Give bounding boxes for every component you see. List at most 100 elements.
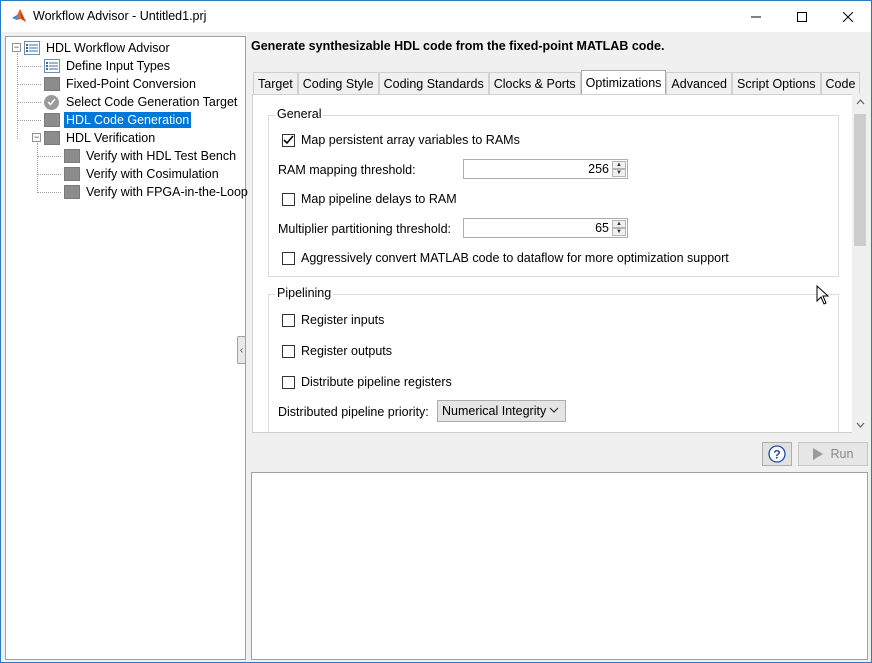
help-icon: ? <box>768 445 786 463</box>
tab-target[interactable]: Target <box>253 72 298 94</box>
minimize-button[interactable] <box>733 1 779 32</box>
distribute-label: Distribute pipeline registers <box>301 375 452 389</box>
tab-code[interactable]: Code <box>820 72 861 94</box>
window-title: Workflow Advisor - Untitled1.prj <box>33 9 207 23</box>
tree-item-verify-cosimulation[interactable]: Verify with Cosimulation <box>64 165 221 183</box>
priority-label: Distributed pipeline priority: <box>278 405 429 419</box>
workflow-list-icon <box>24 41 40 55</box>
close-button[interactable] <box>825 1 871 32</box>
register-inputs-label: Register inputs <box>301 313 385 327</box>
tree-item-hdl-code-generation[interactable]: HDL Code Generation <box>44 111 192 129</box>
workflow-tree[interactable]: − HDL Workflow Advisor Define Input Type… <box>5 36 248 660</box>
step-heading: Generate synthesizable HDL code from the… <box>251 39 665 53</box>
tree-connector <box>37 143 38 193</box>
collapse-hdl-verification-toggle[interactable]: − <box>32 133 41 142</box>
tree-connector <box>37 174 61 175</box>
collapse-root-toggle[interactable]: − <box>12 43 21 52</box>
tree-connector <box>17 66 41 67</box>
map-persistent-checkbox[interactable] <box>282 133 295 147</box>
tree-item-label: HDL Code Generation <box>64 112 192 128</box>
distribute-row[interactable]: Distribute pipeline registers <box>282 375 452 389</box>
maximize-icon <box>797 11 807 22</box>
tree-root-label: HDL Workflow Advisor <box>46 41 170 55</box>
play-icon <box>812 448 823 460</box>
tree-item-label: Verify with FPGA-in-the-Loop <box>86 185 248 199</box>
spin-up-icon[interactable]: ▲ <box>612 161 626 169</box>
tree-item-hdl-verification[interactable]: HDL Verification <box>44 129 157 147</box>
task-box-icon <box>64 149 80 163</box>
tab-coding-standards[interactable]: Coding Standards <box>378 72 489 94</box>
tree-connector <box>37 192 61 193</box>
tab-advanced[interactable]: Advanced <box>666 72 733 94</box>
matlab-logo-icon <box>12 9 26 22</box>
ram-threshold-row: RAM mapping threshold: <box>278 163 416 177</box>
chevron-left-icon: ‹ <box>239 344 244 356</box>
run-button[interactable]: Run <box>798 442 868 466</box>
register-outputs-checkbox[interactable] <box>282 344 295 358</box>
checkmark-icon <box>283 135 294 145</box>
tree-connector <box>17 84 41 85</box>
mult-partition-value: 65 <box>595 221 609 235</box>
register-inputs-row[interactable]: Register inputs <box>282 313 384 327</box>
tab-coding-style[interactable]: Coding Style <box>297 72 379 94</box>
task-box-icon <box>64 185 80 199</box>
map-persistent-row[interactable]: Map persistent array variables to RAMs <box>282 133 520 147</box>
ram-threshold-label: RAM mapping threshold: <box>278 163 416 177</box>
maximize-button[interactable] <box>779 1 825 32</box>
optimizations-panel: General Map persistent array variables t… <box>252 94 868 433</box>
priority-row: Distributed pipeline priority: <box>278 405 429 419</box>
workflow-advisor-window: Workflow Advisor - Untitled1.prj − HDL W… <box>0 0 872 663</box>
mult-partition-spinner[interactable]: 65 ▲ ▼ <box>463 218 628 238</box>
tab-clocks-ports[interactable]: Clocks & Ports <box>488 72 581 94</box>
spin-down-icon[interactable]: ▼ <box>612 228 626 236</box>
minimize-icon <box>751 16 761 17</box>
tree-item-label: Verify with Cosimulation <box>86 167 219 181</box>
tree-connector <box>17 102 41 103</box>
map-pipeline-row[interactable]: Map pipeline delays to RAM <box>282 192 457 206</box>
options-scrollbar[interactable] <box>852 94 868 433</box>
tab-script-options[interactable]: Script Options <box>732 72 821 94</box>
close-icon <box>843 11 853 22</box>
tree-item-select-code-generation-target[interactable]: Select Code Generation Target <box>44 93 239 111</box>
run-label: Run <box>830 447 854 461</box>
aggressive-checkbox[interactable] <box>282 251 295 265</box>
distribute-checkbox[interactable] <box>282 375 295 389</box>
tree-root[interactable]: HDL Workflow Advisor <box>24 39 172 57</box>
help-button[interactable]: ? <box>762 442 792 466</box>
map-pipeline-label: Map pipeline delays to RAM <box>301 192 457 206</box>
check-circle-icon <box>44 94 59 110</box>
tab-optimizations[interactable]: Optimizations <box>580 70 667 94</box>
register-outputs-label: Register outputs <box>301 344 393 358</box>
scrollbar-thumb[interactable] <box>854 114 866 246</box>
map-pipeline-checkbox[interactable] <box>282 192 295 206</box>
map-persistent-label: Map persistent array variables to RAMs <box>301 133 520 147</box>
priority-dropdown[interactable]: Numerical Integrity <box>437 400 566 422</box>
tree-item-define-input-types[interactable]: Define Input Types <box>44 57 172 75</box>
spin-up-icon[interactable]: ▲ <box>612 220 626 228</box>
aggressive-row[interactable]: Aggressively convert MATLAB code to data… <box>282 251 729 265</box>
chevron-down-icon <box>549 407 559 413</box>
ram-threshold-spinner[interactable]: 256 ▲ ▼ <box>463 159 628 179</box>
spin-down-icon[interactable]: ▼ <box>612 169 626 177</box>
general-group: General Map persistent array variables t… <box>268 107 839 277</box>
tree-item-label: Verify with HDL Test Bench <box>86 149 237 163</box>
register-inputs-checkbox[interactable] <box>282 313 295 327</box>
tree-connector <box>17 120 41 121</box>
register-outputs-row[interactable]: Register outputs <box>282 344 392 358</box>
scroll-down-icon[interactable] <box>852 417 868 433</box>
tree-item-verify-fpga-in-the-loop[interactable]: Verify with FPGA-in-the-Loop <box>64 183 250 201</box>
scroll-up-icon[interactable] <box>852 94 868 110</box>
priority-value: Numerical Integrity <box>442 404 547 418</box>
task-box-icon <box>44 131 60 145</box>
task-box-icon <box>44 113 60 127</box>
collapse-panel-handle[interactable]: ‹ <box>237 336 246 364</box>
general-group-title: General <box>275 107 324 121</box>
mouse-pointer-icon <box>816 285 830 305</box>
tree-item-label: HDL Verification <box>66 131 156 145</box>
tree-item-verify-hdl-test-bench[interactable]: Verify with HDL Test Bench <box>64 147 238 165</box>
tree-connector <box>37 156 61 157</box>
tree-item-label: Fixed-Point Conversion <box>66 77 196 91</box>
svg-text:?: ? <box>773 448 780 462</box>
tree-item-label: Define Input Types <box>66 59 171 73</box>
tree-item-fixed-point-conversion[interactable]: Fixed-Point Conversion <box>44 75 198 93</box>
